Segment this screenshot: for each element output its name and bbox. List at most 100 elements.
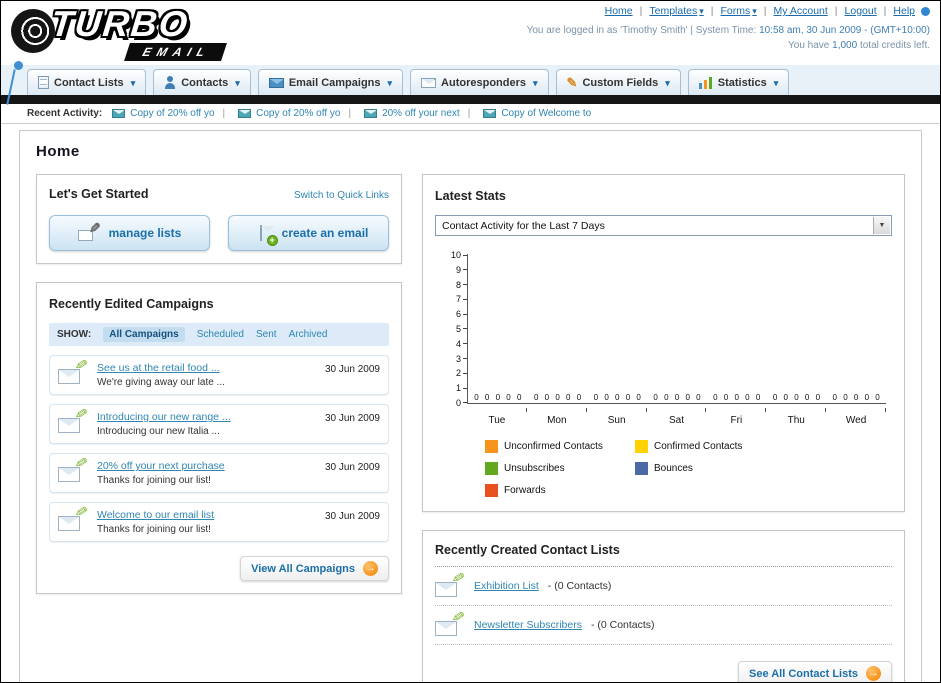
campaign-title-link[interactable]: See us at the retail food ... <box>97 362 316 374</box>
chart-value-label: 0 <box>685 393 690 402</box>
campaign-row: Introducing our new range ... Introducin… <box>49 404 389 444</box>
campaign-title-link[interactable]: 20% off your next purchase <box>97 460 316 472</box>
email-campaigns-icon <box>268 77 284 88</box>
x-axis-tick <box>706 408 767 412</box>
pencil-paper-icon <box>77 225 100 241</box>
legend-swatch <box>485 440 498 453</box>
filter-all-campaigns[interactable]: All Campaigns <box>103 327 185 342</box>
header-link-help[interactable]: Help <box>877 5 915 17</box>
contact-list-link[interactable]: Exhibition List <box>474 580 539 592</box>
legend-item: Unconfirmed Contacts <box>485 440 635 453</box>
chart-value-label: 0 <box>843 393 848 402</box>
legend-item: Bounces <box>635 462 785 475</box>
see-all-contact-lists-button[interactable]: See All Contact Lists <box>737 661 892 682</box>
recent-activity-item[interactable]: 20% off your next <box>340 108 460 119</box>
y-axis-tick-label: 3 <box>456 354 467 364</box>
envelope-icon <box>483 109 497 118</box>
create-email-button[interactable]: create an email <box>228 215 389 251</box>
recent-activity-item[interactable]: Copy of 20% off yo <box>112 108 215 119</box>
chart-value-label: 0 <box>794 393 799 402</box>
filter-archived[interactable]: Archived <box>289 329 328 340</box>
logo-primary-text: TURBO <box>48 3 192 44</box>
legend-swatch <box>635 462 648 475</box>
switch-quick-links-link[interactable]: Switch to Quick Links <box>294 190 389 201</box>
header-link-templates[interactable]: Templates <box>633 5 704 17</box>
x-axis-category-label: Thu <box>787 415 805 426</box>
edit-campaign-icon <box>58 362 88 384</box>
chart-y-axis: 10 9 8 7 6 5 4 3 2 1 0 <box>441 250 467 408</box>
chart-value-label: 0 <box>484 393 490 402</box>
get-started-title: Let's Get Started <box>49 187 149 201</box>
dropdown-caret-icon <box>386 77 393 89</box>
legend-swatch <box>635 440 648 453</box>
stats-panel-title: Latest Stats <box>435 189 506 203</box>
tab-email-campaigns[interactable]: Email Campaigns <box>257 69 404 95</box>
legend-swatch <box>485 462 498 475</box>
filter-sent[interactable]: Sent <box>256 329 277 340</box>
chart-value-label: 0 <box>576 393 582 402</box>
header-link-forms[interactable]: Forms <box>704 5 757 17</box>
x-axis-category-label: Fri <box>730 415 743 426</box>
tab-contact-lists[interactable]: Contact Lists <box>27 69 147 95</box>
chart-x-axis: Tue Mon Sun Sat Fri Thu Wed <box>467 415 886 426</box>
recent-activity-label: Recent Activity: <box>27 108 103 119</box>
y-axis-tick-label: 8 <box>456 280 467 290</box>
campaign-row: 20% off your next purchase Thanks for jo… <box>49 453 389 493</box>
tab-contacts[interactable]: Contacts <box>153 69 251 95</box>
campaign-row: Welcome to our email list Thanks for joi… <box>49 502 389 542</box>
header-right: Home Templates Forms My Account Logout H… <box>527 5 930 53</box>
manage-lists-button[interactable]: manage lists <box>49 215 210 251</box>
campaign-date: 30 Jun 2009 <box>324 413 380 424</box>
campaign-date: 30 Jun 2009 <box>324 511 380 522</box>
tab-autoresponders[interactable]: Autoresponders <box>410 69 549 95</box>
stats-period-select[interactable]: Contact Activity for the Last 7 Days <box>435 215 892 236</box>
contact-lists-icon <box>38 76 49 89</box>
y-axis-tick-label: 4 <box>456 339 467 349</box>
legend-label: Bounces <box>654 463 693 474</box>
chart-value-label: 0 <box>516 393 522 402</box>
edit-list-icon <box>435 575 465 597</box>
y-axis-tick-label: 9 <box>456 265 467 275</box>
chart-value-group: 00000 <box>826 393 886 402</box>
arrow-icon <box>363 561 378 576</box>
view-all-campaigns-button[interactable]: View All Campaigns <box>240 556 389 581</box>
y-axis-tick-label: 7 <box>456 294 467 304</box>
y-axis-tick-label: 2 <box>456 368 467 378</box>
x-axis-category-label: Sat <box>669 415 685 426</box>
recent-activity-item[interactable]: Copy of Welcome to <box>460 108 591 119</box>
arrow-icon <box>866 666 881 681</box>
tab-statistics[interactable]: Statistics <box>687 69 790 95</box>
recent-activity-item[interactable]: Copy of 20% off yo <box>215 108 340 119</box>
main-nav: Contact Lists Contacts Email Campaigns A… <box>1 65 940 95</box>
legend-label: Confirmed Contacts <box>654 441 743 452</box>
legend-item: Forwards <box>485 484 635 497</box>
header-link-logout[interactable]: Logout <box>828 5 877 17</box>
dropdown-caret-icon <box>663 77 670 89</box>
right-column: Latest Stats Contact Activity for the La… <box>422 174 905 682</box>
show-label: SHOW: <box>57 329 92 340</box>
y-axis-tick-label: 10 <box>451 250 467 260</box>
chart-value-label: 0 <box>625 393 631 402</box>
contact-list-link[interactable]: Newsletter Subscribers <box>474 619 582 631</box>
chart-value-label: 0 <box>533 393 539 402</box>
x-axis-category-label: Wed <box>845 415 867 426</box>
chart-value-label: 0 <box>495 393 501 402</box>
tab-custom-fields[interactable]: Custom Fields <box>555 69 681 95</box>
chart-value-group: 00000 <box>707 393 767 402</box>
logo-secondary-text: EMAIL <box>124 43 228 61</box>
chart-value-label: 0 <box>566 393 571 402</box>
page-title: Home <box>36 143 80 160</box>
chart-value-group: 00000 <box>528 393 588 402</box>
header-link-home[interactable]: Home <box>605 5 633 17</box>
header-link-my-account[interactable]: My Account <box>757 5 828 17</box>
x-axis-tick <box>826 408 887 412</box>
campaign-title-link[interactable]: Welcome to our email list <box>97 509 316 521</box>
campaign-title-link[interactable]: Introducing our new range ... <box>97 411 316 423</box>
chart-value-label: 0 <box>864 393 870 402</box>
contact-activity-chart: 10 9 8 7 6 5 4 3 2 1 0 000000000000000000000000000… <box>435 250 892 497</box>
legend-label: Forwards <box>504 485 546 496</box>
filter-scheduled[interactable]: Scheduled <box>197 329 244 340</box>
dropdown-caret-icon <box>772 77 779 89</box>
chart-value-label: 0 <box>723 393 729 402</box>
x-axis-tick <box>587 408 647 412</box>
